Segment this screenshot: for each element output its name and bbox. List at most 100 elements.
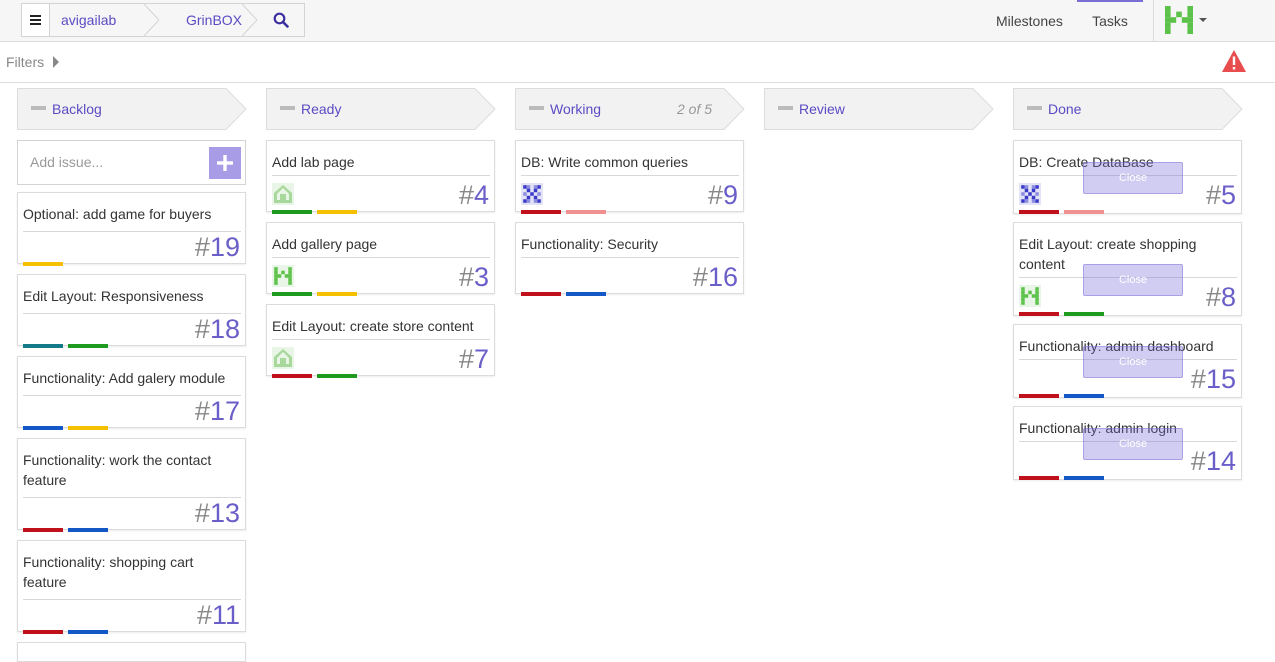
add-issue-input[interactable] xyxy=(19,142,207,182)
nav-milestones[interactable]: Milestones xyxy=(996,0,1063,42)
issue-number[interactable]: #16 xyxy=(693,263,738,291)
label-bar xyxy=(317,292,357,296)
issue-card[interactable]: Add lab page #4 xyxy=(266,140,495,214)
issue-title: DB: Write common queries xyxy=(521,154,689,170)
issue-title: Functionality: Security xyxy=(521,236,658,252)
column-title[interactable]: Review xyxy=(799,101,845,117)
issue-card[interactable]: Edit Layout: create store content #7 xyxy=(266,304,495,378)
search-icon[interactable] xyxy=(257,4,304,36)
issue-card[interactable]: Optional: add game for buyers #19 xyxy=(17,192,246,266)
column-header-working: Working 2 of 5 xyxy=(515,88,745,130)
issue-card[interactable]: Edit Layout: create shopping content #8 … xyxy=(1013,222,1242,316)
breadcrumb-repo[interactable]: GrinBOX xyxy=(159,4,258,36)
issue-card[interactable]: Functionality: shopping cart feature #11 xyxy=(17,540,246,634)
label-bar xyxy=(272,210,312,214)
column-title[interactable]: Working xyxy=(550,101,601,117)
label-bar xyxy=(1019,312,1059,316)
close-issue-button[interactable]: Close xyxy=(1083,264,1183,296)
identicon-green-house[interactable] xyxy=(272,183,294,205)
label-bar xyxy=(23,426,63,430)
issue-title: Edit Layout: Responsiveness xyxy=(23,288,204,304)
identicon-blue-x[interactable] xyxy=(521,183,543,205)
filter-bar: Filters xyxy=(0,42,1275,83)
column-header-ready: Ready xyxy=(266,88,496,130)
close-issue-button[interactable]: Close xyxy=(1083,428,1183,460)
breadcrumb-owner[interactable]: avigailab xyxy=(50,4,160,36)
identicon-blue-x[interactable] xyxy=(1019,183,1041,205)
nav-tasks[interactable]: Tasks xyxy=(1077,0,1143,42)
chevron-right-icon[interactable] xyxy=(53,56,59,68)
collapse-icon[interactable] xyxy=(778,106,793,110)
close-issue-button[interactable]: Close xyxy=(1083,346,1183,378)
issue-title: Add lab page xyxy=(272,154,355,170)
user-menu[interactable] xyxy=(1163,6,1213,36)
issue-number[interactable]: #13 xyxy=(195,499,240,527)
issue-card[interactable]: Functionality: Add galery module #17 xyxy=(17,356,246,430)
label-bar xyxy=(23,262,63,266)
label-bar xyxy=(521,292,561,296)
label-bar xyxy=(1019,210,1059,214)
breadcrumb-separator xyxy=(144,4,160,36)
column-header-review: Review xyxy=(764,88,994,130)
issue-number[interactable]: #3 xyxy=(459,263,489,291)
issue-card[interactable]: DB: Write common queries #9 xyxy=(515,140,744,214)
issue-number[interactable]: #15 xyxy=(1191,365,1236,393)
label-bar xyxy=(23,528,63,532)
issue-title: Functionality: shopping cart feature xyxy=(23,554,194,590)
issue-number[interactable]: #9 xyxy=(708,181,738,209)
issue-title: Functionality: work the contact feature xyxy=(23,452,212,488)
collapse-icon[interactable] xyxy=(280,106,295,110)
label-bar xyxy=(272,374,312,378)
identicon-green-m[interactable] xyxy=(272,265,294,287)
issue-number[interactable]: #14 xyxy=(1191,447,1236,475)
label-bar xyxy=(1064,476,1104,480)
breadcrumb: avigailab GrinBOX xyxy=(21,3,305,37)
label-bar xyxy=(1064,394,1104,398)
column-title[interactable]: Done xyxy=(1048,101,1081,117)
issue-card[interactable]: Add gallery page #3 xyxy=(266,222,495,296)
plus-icon xyxy=(217,155,233,171)
collapse-icon[interactable] xyxy=(529,106,544,110)
label-bar xyxy=(317,210,357,214)
issue-title: Optional: add game for buyers xyxy=(23,206,212,222)
label-bar xyxy=(68,344,108,348)
issue-card[interactable]: Functionality: admin dashboard #15 Close xyxy=(1013,324,1242,398)
identicon-green-house[interactable] xyxy=(272,347,294,369)
label-bar xyxy=(566,210,606,214)
issue-number[interactable]: #18 xyxy=(195,315,240,343)
collapse-icon[interactable] xyxy=(1027,106,1042,110)
identicon-green-m[interactable] xyxy=(1019,285,1041,307)
label-bar xyxy=(521,210,561,214)
filters-toggle[interactable]: Filters xyxy=(6,54,44,70)
label-bar xyxy=(68,426,108,430)
column-title[interactable]: Ready xyxy=(301,101,341,117)
label-bar xyxy=(68,528,108,532)
breadcrumb-repo-label: GrinBOX xyxy=(186,12,243,28)
issue-card[interactable] xyxy=(17,642,246,662)
issue-number[interactable]: #11 xyxy=(197,601,240,629)
collapse-icon[interactable] xyxy=(31,106,46,110)
hamburger-icon[interactable] xyxy=(22,4,50,36)
breadcrumb-owner-label: avigailab xyxy=(61,12,117,28)
issue-card[interactable]: Functionality: work the contact feature … xyxy=(17,438,246,532)
issue-card[interactable]: Functionality: admin login #14 Close xyxy=(1013,406,1242,480)
issue-number[interactable]: #7 xyxy=(459,345,489,373)
column-title[interactable]: Backlog xyxy=(52,101,102,117)
label-bar xyxy=(1019,476,1059,480)
issue-number[interactable]: #5 xyxy=(1206,181,1236,209)
issue-number[interactable]: #19 xyxy=(195,233,240,261)
label-bar xyxy=(1019,394,1059,398)
wip-limit: 2 of 5 xyxy=(677,101,713,117)
label-bar xyxy=(23,630,63,634)
add-issue-button[interactable] xyxy=(209,147,241,179)
issue-card[interactable]: DB: Create DataBase #5 Close xyxy=(1013,140,1242,214)
issue-card[interactable]: Functionality: Security #16 xyxy=(515,222,744,296)
issue-card[interactable]: Edit Layout: Responsiveness #18 xyxy=(17,274,246,348)
issue-number[interactable]: #8 xyxy=(1206,283,1236,311)
issue-number[interactable]: #4 xyxy=(459,181,489,209)
issue-number[interactable]: #17 xyxy=(195,397,240,425)
warning-icon[interactable] xyxy=(1221,49,1247,73)
close-issue-button[interactable]: Close xyxy=(1083,162,1183,194)
label-bar xyxy=(1064,312,1104,316)
chevron-down-icon xyxy=(1199,18,1207,22)
